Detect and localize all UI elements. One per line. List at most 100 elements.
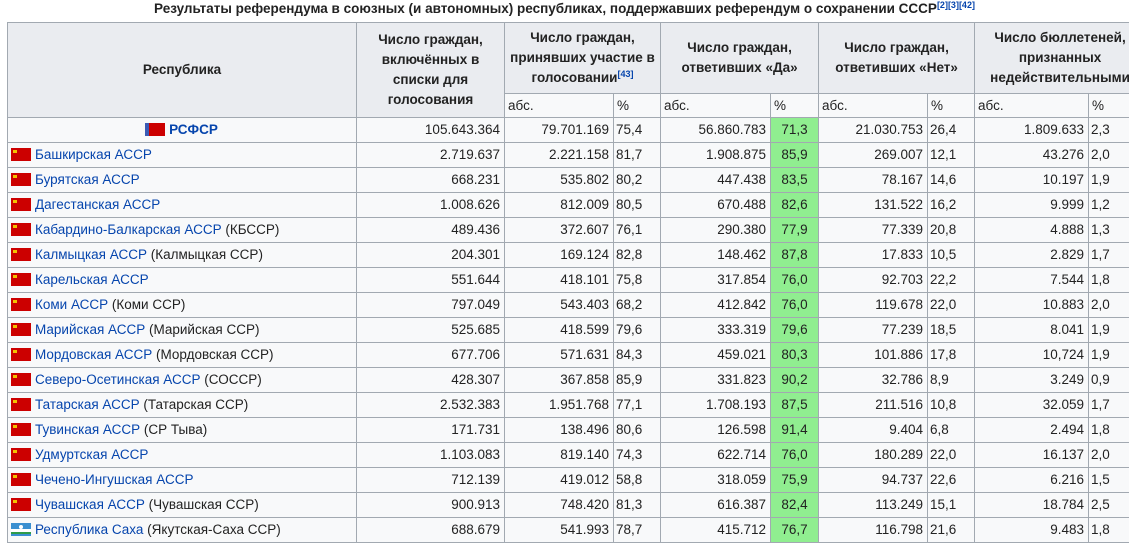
republic-link[interactable]: Мордовская АССР — [35, 347, 152, 362]
republic-link[interactable]: Калмыцкая АССР — [35, 247, 147, 262]
republic-link[interactable]: Карельская АССР — [35, 272, 149, 287]
invalid-pct-cell: 1,9 — [1089, 318, 1129, 343]
no-abs-cell: 92.703 — [819, 268, 928, 293]
registered-cell: 1.103.083 — [357, 443, 505, 468]
header-participated-ref[interactable]: [43] — [617, 69, 633, 79]
yes-pct-cell: 83,5 — [771, 168, 819, 193]
flag-icon[interactable] — [11, 298, 31, 311]
republic-link[interactable]: Тувинская АССР — [35, 422, 140, 437]
no-pct-cell: 20,8 — [928, 218, 975, 243]
flag-icon[interactable] — [11, 148, 31, 161]
republic-link[interactable]: Кабардино-Балкарская АССР — [35, 222, 222, 237]
subheader-yes-abs[interactable]: абс. — [661, 94, 771, 118]
republic-link[interactable]: Татарская АССР — [35, 397, 140, 412]
no-abs-cell: 77.239 — [819, 318, 928, 343]
flag-icon[interactable] — [11, 223, 31, 236]
republic-alt-name: (Татарская ССР) — [140, 397, 249, 412]
republic-link[interactable]: Северо-Осетинская АССР — [35, 372, 201, 387]
republic-link[interactable]: Чечено-Ингушская АССР — [35, 472, 193, 487]
republic-cell: Карельская АССР — [8, 268, 357, 293]
flag-icon[interactable] — [11, 498, 31, 511]
yes-pct-cell: 82,4 — [771, 493, 819, 518]
invalid-pct-cell: 2,0 — [1089, 443, 1129, 468]
invalid-abs-cell: 16.137 — [975, 443, 1089, 468]
republic-alt-name: (Чувашская ССР) — [145, 497, 259, 512]
subheader-inv-abs[interactable]: абс. — [975, 94, 1089, 118]
registered-cell: 688.679 — [357, 518, 505, 543]
yes-abs-cell: 1.908.875 — [661, 143, 771, 168]
yes-pct-cell: 75,9 — [771, 468, 819, 493]
flag-icon[interactable] — [11, 448, 31, 461]
invalid-abs-cell: 10.883 — [975, 293, 1089, 318]
republic-link[interactable]: Бурятская АССР — [35, 172, 140, 187]
flag-icon[interactable] — [11, 323, 31, 336]
caption-ref-3[interactable]: [3] — [948, 0, 959, 10]
header-republic[interactable]: Республика — [8, 23, 357, 118]
invalid-abs-cell: 8.041 — [975, 318, 1089, 343]
table-row: Северо-Осетинская АССР (СОССР)428.307367… — [8, 368, 1129, 393]
invalid-abs-cell: 32.059 — [975, 393, 1089, 418]
republic-alt-name: (КБССР) — [222, 222, 280, 237]
caption-ref-42[interactable]: [42] — [959, 0, 975, 10]
registered-cell: 900.913 — [357, 493, 505, 518]
yes-abs-cell: 148.462 — [661, 243, 771, 268]
yes-abs-cell: 126.598 — [661, 418, 771, 443]
participated-abs-cell: 367.858 — [505, 368, 614, 393]
flag-icon[interactable] — [11, 398, 31, 411]
republic-cell: Бурятская АССР — [8, 168, 357, 193]
no-abs-cell: 119.678 — [819, 293, 928, 318]
subheader-no-pct[interactable]: % — [928, 94, 975, 118]
subheader-yes-pct[interactable]: % — [771, 94, 819, 118]
republic-link[interactable]: Башкирская АССР — [35, 147, 152, 162]
no-abs-cell: 131.522 — [819, 193, 928, 218]
republic-cell: Татарская АССР (Татарская ССР) — [8, 393, 357, 418]
yes-pct-cell: 76,0 — [771, 293, 819, 318]
participated-pct-cell: 78,7 — [614, 518, 661, 543]
invalid-abs-cell: 9.999 — [975, 193, 1089, 218]
republic-link[interactable]: Коми АССР — [35, 297, 108, 312]
flag-icon[interactable] — [145, 123, 165, 136]
flag-icon[interactable] — [11, 273, 31, 286]
participated-abs-cell: 543.403 — [505, 293, 614, 318]
yes-abs-cell: 318.059 — [661, 468, 771, 493]
republic-link[interactable]: Чувашская АССР — [35, 497, 145, 512]
flag-icon[interactable] — [11, 373, 31, 386]
no-pct-cell: 10,8 — [928, 393, 975, 418]
yes-pct-cell: 91,4 — [771, 418, 819, 443]
republic-link[interactable]: Дагестанская АССР — [35, 197, 160, 212]
subheader-no-abs[interactable]: абс. — [819, 94, 928, 118]
referendum-results-table: Республика Число граждан, включённых в с… — [7, 22, 1129, 543]
republic-link[interactable]: Республика Саха — [35, 522, 143, 537]
republic-alt-name: (СР Тыва) — [140, 422, 207, 437]
registered-cell: 204.301 — [357, 243, 505, 268]
flag-icon[interactable] — [11, 348, 31, 361]
subheader-part-abs[interactable]: абс. — [505, 94, 614, 118]
republic-cell: Чечено-Ингушская АССР — [8, 468, 357, 493]
no-pct-cell: 12,1 — [928, 143, 975, 168]
header-registered[interactable]: Число граждан, включённых в списки для г… — [357, 23, 505, 118]
flag-icon[interactable] — [11, 423, 31, 436]
flag-icon[interactable] — [11, 248, 31, 261]
subheader-part-pct[interactable]: % — [614, 94, 661, 118]
republic-cell: Башкирская АССР — [8, 143, 357, 168]
invalid-pct-cell: 2,0 — [1089, 143, 1129, 168]
subheader-inv-pct[interactable]: % — [1089, 94, 1129, 118]
flag-icon[interactable] — [11, 473, 31, 486]
republic-link[interactable]: Удмуртская АССР — [35, 447, 148, 462]
no-abs-cell: 77.339 — [819, 218, 928, 243]
republic-link[interactable]: РСФСР — [169, 122, 218, 137]
flag-icon[interactable] — [11, 173, 31, 186]
table-row: Республика Саха (Якутская-Саха ССР)688.6… — [8, 518, 1129, 543]
flag-icon[interactable] — [11, 523, 31, 536]
participated-abs-cell: 2.221.158 — [505, 143, 614, 168]
table-row: Кабардино-Балкарская АССР (КБССР)489.436… — [8, 218, 1129, 243]
participated-abs-cell: 138.496 — [505, 418, 614, 443]
no-abs-cell: 269.007 — [819, 143, 928, 168]
republic-link[interactable]: Марийская АССР — [35, 322, 145, 337]
invalid-abs-cell: 10.197 — [975, 168, 1089, 193]
no-pct-cell: 21,6 — [928, 518, 975, 543]
participated-abs-cell: 748.420 — [505, 493, 614, 518]
caption-ref-2[interactable]: [2] — [937, 0, 948, 10]
flag-icon[interactable] — [11, 198, 31, 211]
participated-pct-cell: 84,3 — [614, 343, 661, 368]
